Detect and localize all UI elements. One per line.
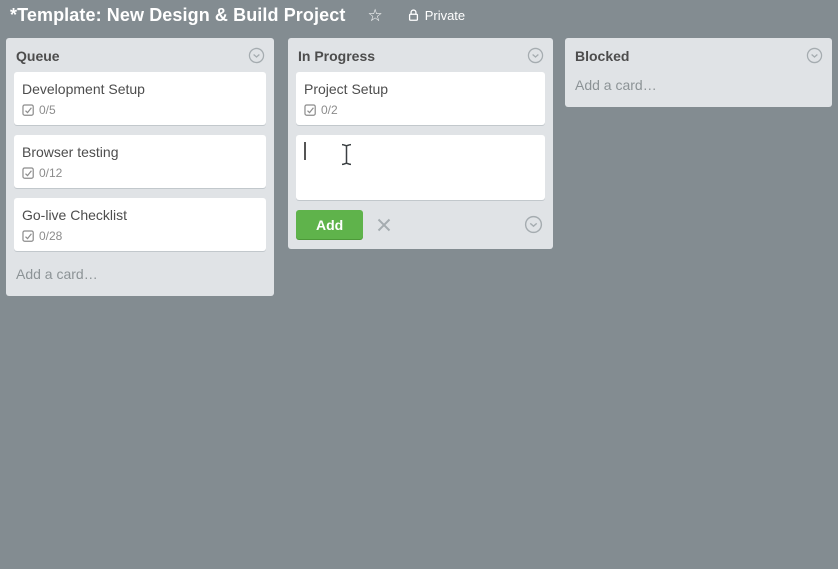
card-title: Development Setup	[22, 81, 145, 97]
chevron-down-circle-icon	[806, 47, 823, 64]
card-composer-textarea[interactable]	[296, 135, 545, 200]
card-development-setup[interactable]: Development Setup 0/5	[14, 72, 266, 125]
board-title[interactable]: *Template: New Design & Build Project	[10, 5, 345, 26]
close-composer-button[interactable]	[374, 215, 394, 235]
card-badges: 0/12	[22, 166, 258, 180]
board-privacy-button[interactable]: Private	[403, 6, 469, 25]
add-card-submit-button[interactable]: Add	[296, 210, 364, 239]
card-go-live-checklist[interactable]: Go-live Checklist 0/28	[14, 198, 266, 251]
list-queue: Queue Development Setup 0/5 Browser test…	[6, 38, 274, 296]
chevron-down-circle-icon	[248, 47, 265, 64]
checklist-count: 0/28	[39, 229, 63, 243]
list-queue-header: Queue	[6, 38, 274, 72]
composer-options-button[interactable]	[524, 215, 543, 234]
privacy-label: Private	[424, 7, 466, 23]
checklist-icon	[22, 103, 35, 117]
add-card-link-blocked[interactable]: Add a card…	[565, 72, 832, 103]
checklist-icon	[22, 166, 35, 180]
list-queue-name[interactable]: Queue	[16, 48, 60, 64]
list-blocked-header: Blocked	[565, 38, 832, 72]
board-header: *Template: New Design & Build Project ☆ …	[0, 0, 838, 30]
card-title: Project Setup	[304, 81, 389, 97]
list-queue-menu-button[interactable]	[247, 46, 265, 64]
checklist-icon	[22, 229, 35, 243]
checklist-count: 0/2	[321, 103, 338, 117]
close-icon	[374, 215, 394, 235]
list-in-progress-menu-button[interactable]	[526, 46, 544, 64]
card-badges: 0/28	[22, 229, 258, 243]
add-card-link-queue[interactable]: Add a card…	[6, 261, 274, 292]
card-browser-testing[interactable]: Browser testing 0/12	[14, 135, 266, 188]
checklist-icon	[304, 103, 317, 117]
list-blocked: Blocked Add a card…	[565, 38, 832, 107]
text-caret	[304, 142, 306, 160]
list-blocked-menu-button[interactable]	[805, 46, 823, 64]
chevron-down-circle-icon	[527, 47, 544, 64]
lock-icon	[407, 8, 420, 22]
list-in-progress-name[interactable]: In Progress	[298, 48, 375, 64]
card-project-setup[interactable]: Project Setup 0/2	[296, 72, 545, 125]
star-icon: ☆	[367, 5, 383, 25]
checklist-count: 0/5	[39, 103, 56, 117]
card-title: Go-live Checklist	[22, 207, 128, 223]
list-in-progress: In Progress Project Setup 0/2 Add	[288, 38, 553, 249]
card-title: Browser testing	[22, 144, 119, 160]
card-badges: 0/2	[304, 103, 537, 117]
star-board-button[interactable]: ☆	[363, 5, 386, 26]
card-composer-controls: Add	[288, 208, 553, 245]
list-in-progress-header: In Progress	[288, 38, 553, 72]
checklist-count: 0/12	[39, 166, 63, 180]
list-blocked-name[interactable]: Blocked	[575, 48, 629, 64]
card-badges: 0/5	[22, 103, 258, 117]
chevron-down-circle-icon	[524, 215, 543, 234]
